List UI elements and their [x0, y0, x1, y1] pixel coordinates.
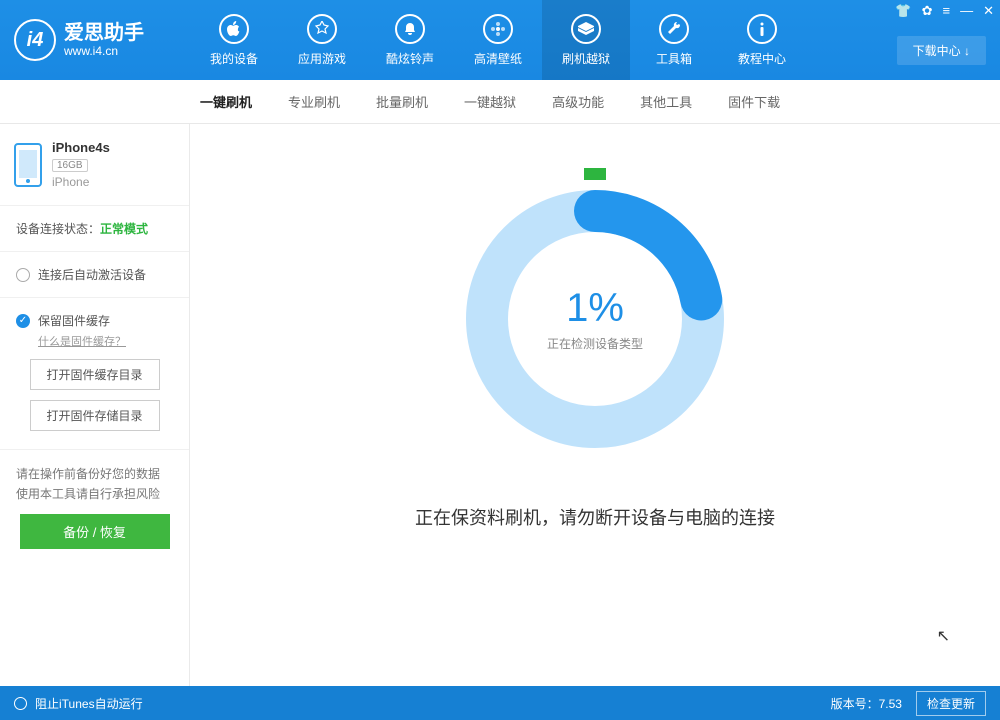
- nav-label: 教程中心: [738, 50, 786, 67]
- wrench-icon: [659, 14, 689, 44]
- check-update-button[interactable]: 检查更新: [916, 691, 986, 716]
- nav-label: 工具箱: [656, 50, 692, 67]
- tab-advanced[interactable]: 高级功能: [552, 88, 604, 115]
- footer-right: 版本号：7.53 检查更新: [831, 691, 986, 716]
- nav-wallpapers[interactable]: 高清壁纸: [454, 0, 542, 80]
- open-store-dir-button[interactable]: 打开固件存储目录: [30, 400, 160, 431]
- download-center-button[interactable]: 下载中心 ↓: [897, 36, 986, 65]
- logo-area: i4 爱思助手 www.i4.cn: [0, 19, 190, 61]
- progress-tick-icon: [584, 168, 606, 180]
- checkbox-checked-icon: ✓: [16, 314, 30, 328]
- window-controls: 👕 ✿ ≡ — ✕: [895, 4, 994, 18]
- nav-my-device[interactable]: 我的设备: [190, 0, 278, 80]
- auto-activate-option[interactable]: 连接后自动激活设备: [16, 266, 173, 283]
- main-message: 正在保资料刷机，请勿断开设备与电脑的连接: [415, 504, 775, 530]
- progress-center: 1% 正在检测设备类型: [460, 184, 730, 454]
- open-cache-dir-button[interactable]: 打开固件缓存目录: [30, 359, 160, 390]
- box-icon: [571, 14, 601, 44]
- sub-tabs: 一键刷机 专业刷机 批量刷机 一键越狱 高级功能 其他工具 固件下载: [0, 80, 1000, 124]
- app-name: 爱思助手: [64, 22, 144, 44]
- nav-label: 应用游戏: [298, 50, 346, 67]
- block-itunes-option[interactable]: 阻止iTunes自动运行: [14, 695, 143, 712]
- status-bar: 阻止iTunes自动运行 版本号：7.53 检查更新: [0, 686, 1000, 720]
- device-name: iPhone4s: [52, 140, 110, 155]
- backup-restore-button[interactable]: 备份 / 恢复: [20, 514, 170, 549]
- close-icon[interactable]: ✕: [983, 4, 994, 18]
- logo-text: 爱思助手 www.i4.cn: [64, 22, 144, 58]
- nav-label: 刷机越狱: [562, 50, 610, 67]
- nav-flash-jailbreak[interactable]: 刷机越狱: [542, 0, 630, 80]
- flower-icon: [483, 14, 513, 44]
- minimize-icon[interactable]: —: [960, 4, 973, 18]
- block-itunes-label: 阻止iTunes自动运行: [35, 695, 143, 712]
- tab-pro-flash[interactable]: 专业刷机: [288, 88, 340, 115]
- skin-icon[interactable]: 👕: [895, 4, 911, 18]
- nav-label: 高清壁纸: [474, 50, 522, 67]
- device-info: iPhone4s 16GB iPhone: [52, 140, 110, 189]
- info-icon: [747, 14, 777, 44]
- device-capacity: 16GB: [52, 159, 88, 172]
- progress-percent: 1%: [566, 286, 624, 331]
- nav-tutorials[interactable]: 教程中心: [718, 0, 806, 80]
- cursor-icon: ↖: [937, 626, 950, 646]
- apple-icon: [219, 14, 249, 44]
- keep-cache-option[interactable]: ✓ 保留固件缓存: [16, 312, 173, 329]
- body: iPhone4s 16GB iPhone 设备连接状态：正常模式 连接后自动激活…: [0, 124, 1000, 686]
- nav-ringtones[interactable]: 酷炫铃声: [366, 0, 454, 80]
- logo-icon: i4: [14, 19, 56, 61]
- tab-other-tools[interactable]: 其他工具: [640, 88, 692, 115]
- version-text: 版本号：7.53: [831, 695, 902, 712]
- keep-cache-label: 保留固件缓存: [38, 312, 110, 329]
- device-block[interactable]: iPhone4s 16GB iPhone: [0, 124, 189, 206]
- app-header: i4 爱思助手 www.i4.cn 我的设备 应用游戏 酷炫铃声 高清壁纸 刷机…: [0, 0, 1000, 80]
- sidebar: iPhone4s 16GB iPhone 设备连接状态：正常模式 连接后自动激活…: [0, 124, 190, 686]
- warning-line1: 请在操作前备份好您的数据: [16, 464, 173, 484]
- main-nav: 我的设备 应用游戏 酷炫铃声 高清壁纸 刷机越狱 工具箱 教程中心: [190, 0, 806, 80]
- settings-icon[interactable]: ✿: [922, 4, 933, 18]
- status-label: 设备连接状态：: [16, 222, 100, 236]
- tab-batch-flash[interactable]: 批量刷机: [376, 88, 428, 115]
- what-is-cache-link[interactable]: 什么是固件缓存？: [38, 333, 173, 349]
- tab-oneclick-jailbreak[interactable]: 一键越狱: [464, 88, 516, 115]
- nav-apps-games[interactable]: 应用游戏: [278, 0, 366, 80]
- radio-unchecked-icon: [16, 268, 30, 282]
- auto-activate-label: 连接后自动激活设备: [38, 266, 146, 283]
- warning-text: 请在操作前备份好您的数据 使用本工具请自行承担风险 备份 / 恢复: [0, 450, 189, 563]
- connection-status-row: 设备连接状态：正常模式: [0, 206, 189, 252]
- main-content: 1% 正在检测设备类型 正在保资料刷机，请勿断开设备与电脑的连接 ↖: [190, 124, 1000, 686]
- progress-donut: 1% 正在检测设备类型: [460, 184, 730, 454]
- menu-icon[interactable]: ≡: [943, 4, 951, 18]
- cache-section: ✓ 保留固件缓存 什么是固件缓存？ 打开固件缓存目录 打开固件存储目录: [0, 298, 189, 450]
- bell-icon: [395, 14, 425, 44]
- appstore-icon: [307, 14, 337, 44]
- auto-activate-row: 连接后自动激活设备: [0, 252, 189, 298]
- nav-toolbox[interactable]: 工具箱: [630, 0, 718, 80]
- phone-icon: [14, 143, 42, 187]
- nav-label: 我的设备: [210, 50, 258, 67]
- nav-label: 酷炫铃声: [386, 50, 434, 67]
- status-value: 正常模式: [100, 222, 148, 236]
- device-type: iPhone: [52, 175, 110, 189]
- progress-detecting: 正在检测设备类型: [547, 335, 643, 352]
- radio-unchecked-icon: [14, 697, 27, 710]
- tab-firmware-download[interactable]: 固件下载: [728, 88, 780, 115]
- tab-oneclick-flash[interactable]: 一键刷机: [200, 88, 252, 115]
- app-url: www.i4.cn: [64, 44, 144, 58]
- warning-line2: 使用本工具请自行承担风险: [16, 484, 173, 504]
